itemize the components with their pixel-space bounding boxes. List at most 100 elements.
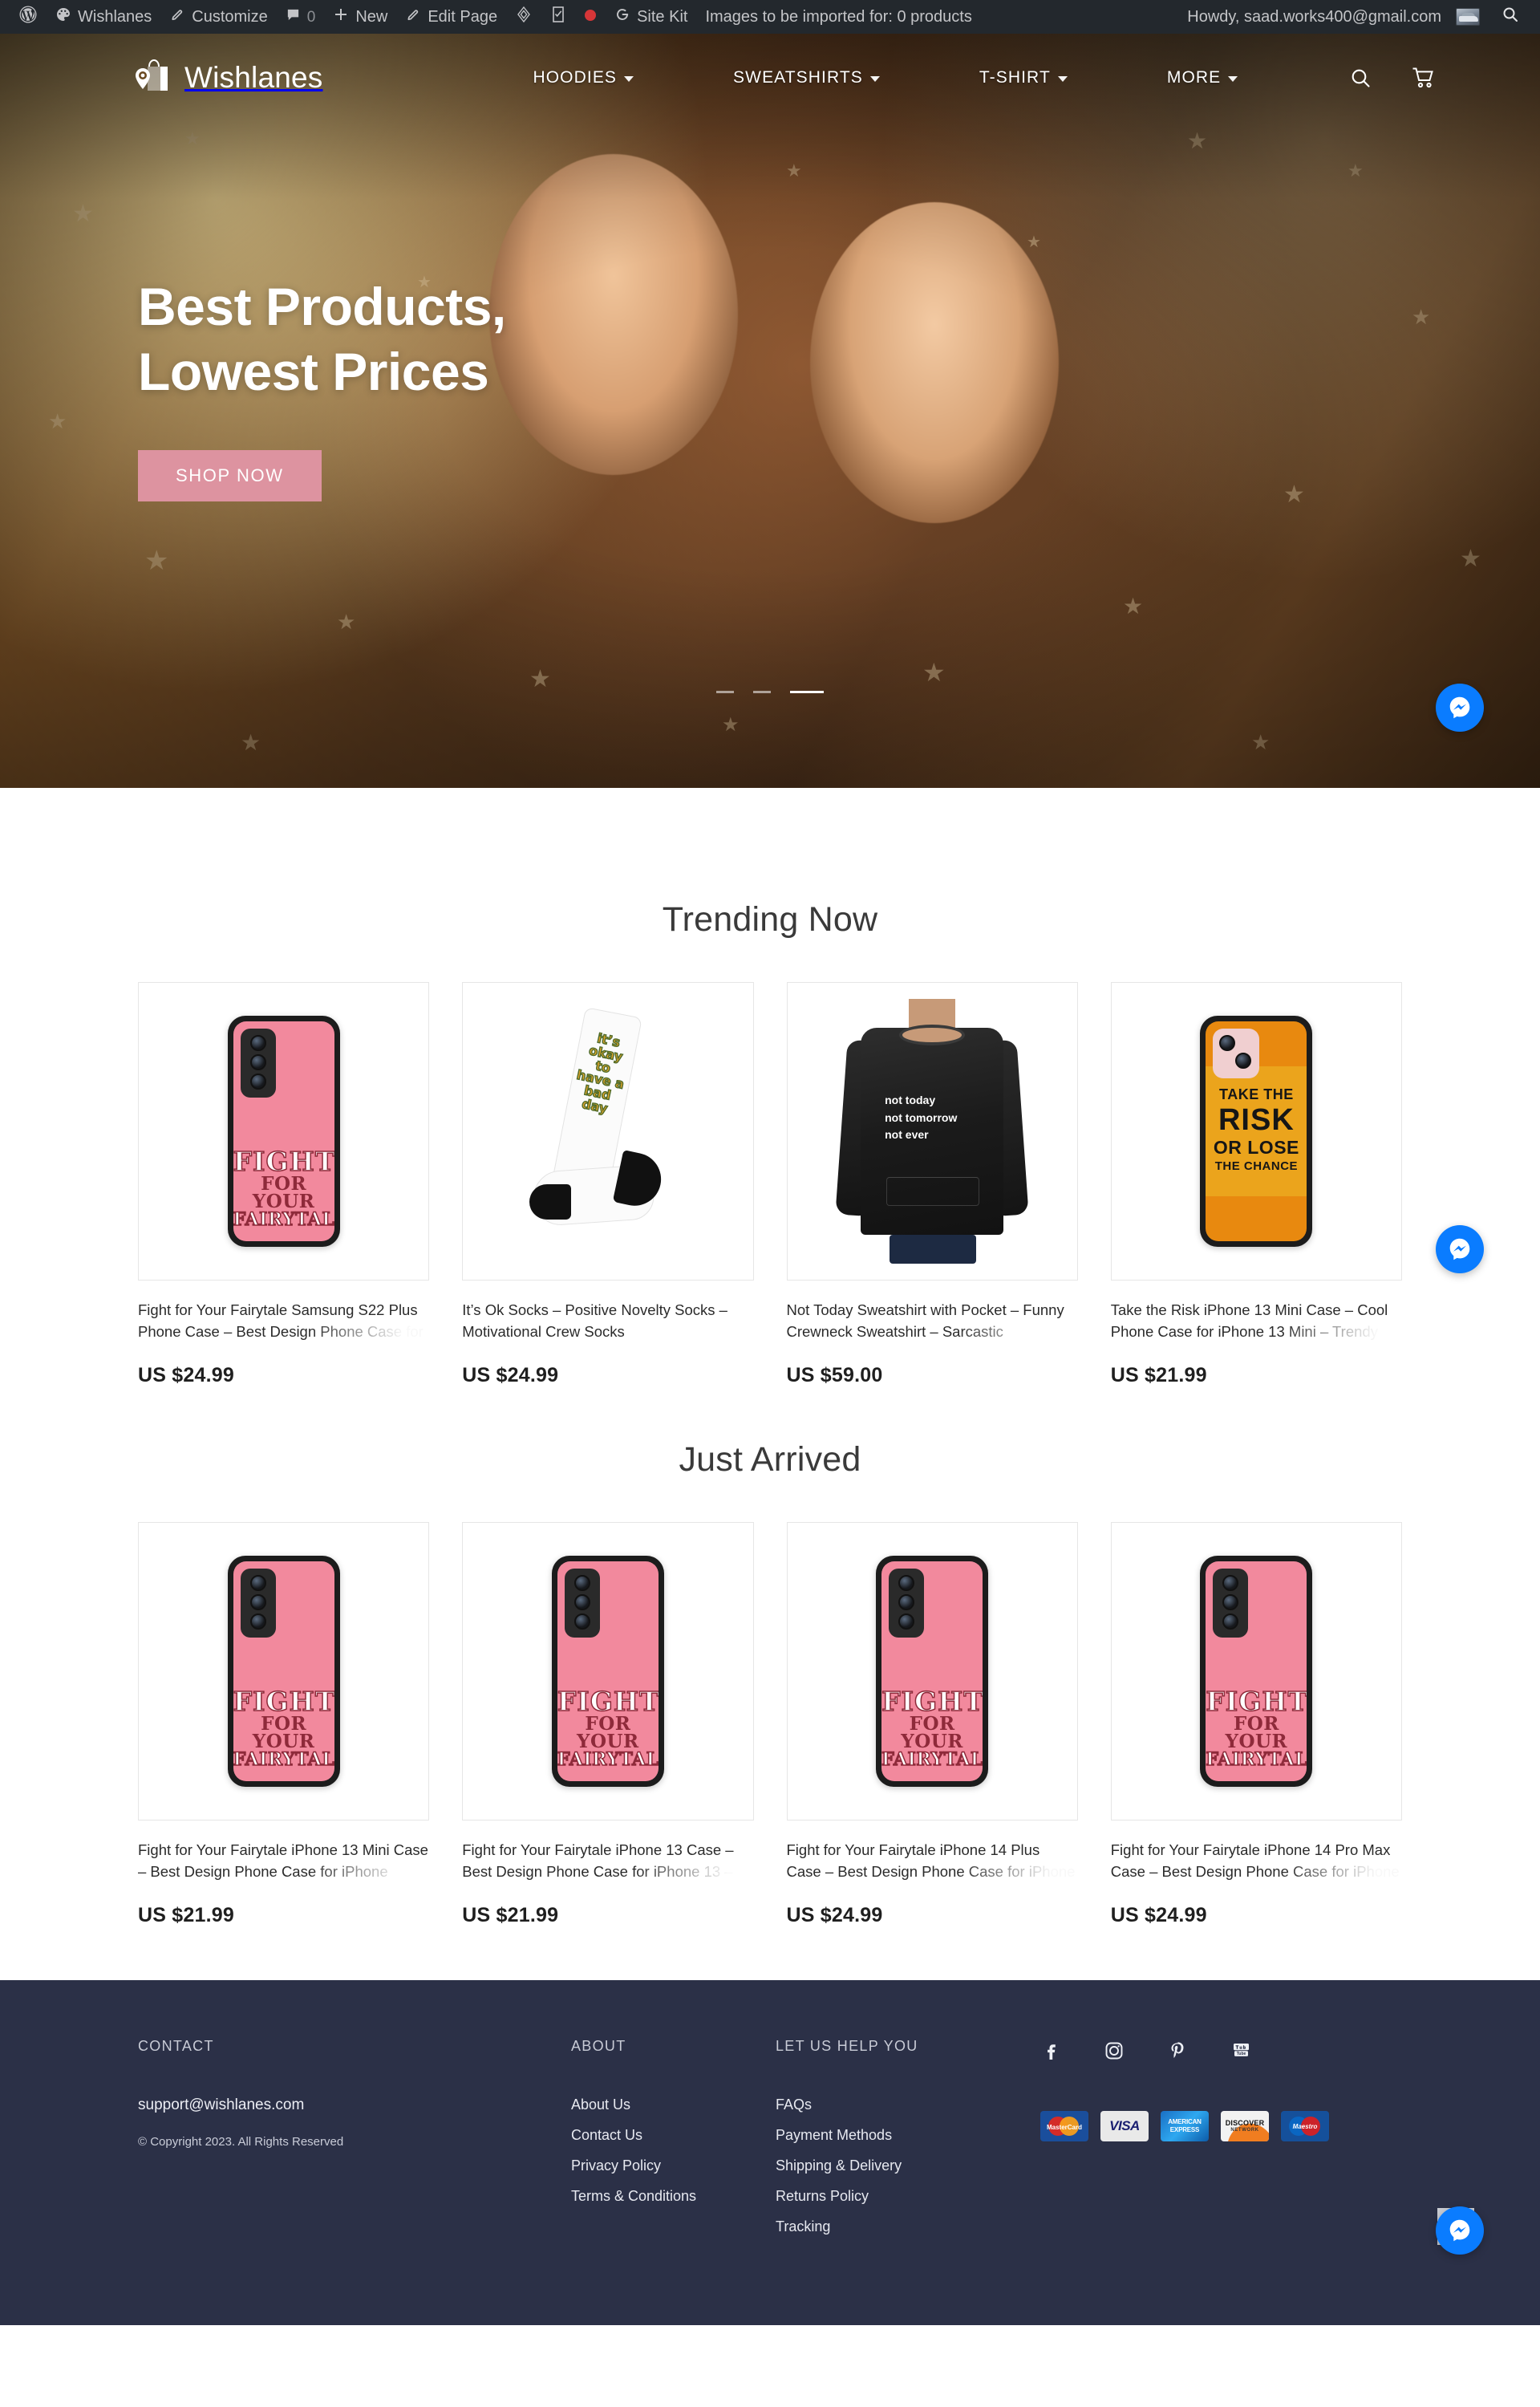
footer-link-contact-us[interactable]: Contact Us [571, 2127, 776, 2144]
footer-link-payment-methods[interactable]: Payment Methods [776, 2127, 1040, 2144]
social-link-pinterest[interactable] [1167, 2040, 1188, 2061]
footer-link-returns-policy[interactable]: Returns Policy [776, 2188, 1040, 2205]
hero-title: Best Products, Lowest Prices [138, 274, 748, 404]
product-card: not today not tomorrow not ever Not Toda… [786, 982, 1078, 1387]
nav-item-sweatshirts[interactable]: SWEATSHIRTS [683, 68, 930, 87]
adminbar-my-account[interactable]: Howdy, saad.works400@gmail.com [1178, 0, 1489, 34]
adminbar-wordpress-logo[interactable] [10, 0, 47, 34]
chevron-down-icon [1228, 76, 1238, 82]
adminbar-site-name[interactable]: Wishlanes [47, 0, 160, 34]
header-search-button[interactable] [1350, 67, 1372, 89]
nav-item-hoodies[interactable]: HOODIES [483, 68, 683, 87]
header-cart-button[interactable] [1412, 67, 1436, 89]
product-image-black-sweatshirt[interactable]: not today not tomorrow not ever [786, 982, 1078, 1281]
section-trending-now: Trending Now FIGHT FOR YOUR FAIRYTALE [0, 788, 1540, 1980]
google-icon [614, 6, 630, 27]
case-art-line-1: FIGHT [233, 1146, 334, 1178]
case-art-line-3: FAIRYTALE [881, 1749, 983, 1771]
product-title[interactable]: It’s Ok Socks – Positive Novelty Socks –… [462, 1300, 754, 1343]
adminbar-wpforms[interactable] [541, 0, 575, 34]
product-price: US $24.99 [138, 1364, 234, 1386]
footer-column-social-payments: Tube MasterCard VISA AMERICAN EXPRESS DI… [1040, 2038, 1402, 2249]
edit-icon [405, 6, 421, 27]
product-image-pink-phone-case[interactable]: FIGHT FOR YOUR FAIRYTALE [138, 1522, 430, 1820]
footer-link-tracking[interactable]: Tracking [776, 2218, 1040, 2235]
facebook-messenger-icon [1449, 696, 1470, 719]
product-image-pink-phone-case[interactable]: FIGHT FOR YOUR FAIRYTALE [1110, 1522, 1402, 1820]
adminbar-import-notice: Images to be imported for: 0 products [696, 0, 980, 34]
nav-item-more[interactable]: MORE [1117, 68, 1287, 87]
adminbar-record[interactable] [575, 0, 606, 34]
adminbar-howdy-label: Howdy, saad.works400@gmail.com [1187, 8, 1441, 26]
hero-slider-dot-3[interactable] [790, 691, 824, 693]
sock-art-text: it’s okay to have a bad day [565, 1029, 637, 1119]
chevron-down-icon [869, 76, 880, 82]
payment-icon-mastercard: MasterCard [1040, 2111, 1088, 2141]
case-art-line-1: FIGHT [1206, 1686, 1307, 1718]
footer-link-shipping-delivery[interactable]: Shipping & Delivery [776, 2157, 1040, 2174]
messenger-bubble-footer[interactable] [1436, 2206, 1484, 2255]
avatar [1456, 8, 1480, 26]
adminbar-elementor[interactable] [506, 0, 541, 34]
chevron-down-icon [1057, 76, 1068, 82]
payment-label-visa: VISA [1109, 2118, 1140, 2133]
product-title[interactable]: Take the Risk iPhone 13 Mini Case – Cool… [1111, 1300, 1402, 1343]
dashboard-icon [55, 6, 71, 27]
payment-label-discover: DISCOVER [1225, 2119, 1265, 2127]
nav-item-tshirt[interactable]: T-SHIRT [930, 68, 1117, 87]
main-navigation: HOODIES SWEATSHIRTS T-SHIRT MORE [483, 68, 1287, 87]
product-image-pink-phone-case[interactable]: FIGHT FOR YOUR FAIRYTALE [462, 1522, 754, 1820]
footer-support-email[interactable]: support@wishlanes.com [138, 2096, 571, 2114]
comment-icon [286, 7, 301, 27]
sweatshirt-art-line-2: not tomorrow [885, 1110, 958, 1124]
case-art-line-1: FIGHT [557, 1686, 659, 1718]
product-title[interactable]: Fight for Your Fairytale iPhone 14 Plus … [787, 1840, 1078, 1883]
sweatshirt-art-text: not today not tomorrow not ever [885, 1092, 957, 1144]
site-logo-link[interactable]: Wishlanes [128, 55, 322, 100]
section-heading-trending: Trending Now [662, 900, 878, 939]
footer-link-privacy-policy[interactable]: Privacy Policy [571, 2157, 776, 2174]
svg-text:Tube: Tube [1237, 2052, 1246, 2056]
adminbar-site-kit[interactable]: Site Kit [606, 0, 696, 34]
social-link-facebook[interactable] [1040, 2040, 1061, 2061]
adminbar-new[interactable]: New [324, 0, 396, 34]
product-title[interactable]: Fight for Your Fairytale iPhone 13 Case … [462, 1840, 754, 1883]
product-image-crew-sock[interactable]: it’s okay to have a bad day [462, 982, 754, 1281]
product-image-pink-phone-case[interactable]: FIGHT FOR YOUR FAIRYTALE [138, 982, 430, 1281]
product-title[interactable]: Fight for Your Fairytale iPhone 14 Pro M… [1111, 1840, 1402, 1883]
product-title[interactable]: Fight for Your Fairytale Samsung S22 Plu… [138, 1300, 430, 1343]
social-link-youtube[interactable]: Tube [1230, 2040, 1252, 2061]
adminbar-customize[interactable]: Customize [160, 0, 276, 34]
hero-slider: ★ ★ ★ ★ ★ ★ ★ ★ ★ ★ ★ ★ ★ ★ ★ ★ ★ ★ ★ ★ [0, 34, 1540, 788]
product-card: FIGHT FOR YOUR FAIRYTALE Fight for Your … [138, 1522, 430, 1927]
adminbar-import-notice-label: Images to be imported for: 0 products [705, 8, 972, 26]
hero-slider-dot-2[interactable] [753, 691, 771, 693]
messenger-bubble-hero[interactable] [1436, 684, 1484, 732]
product-price: US $24.99 [786, 1904, 883, 1926]
footer-link-about-us[interactable]: About Us [571, 2096, 776, 2113]
footer-copyright: © Copyright 2023. All Rights Reserved [138, 2135, 344, 2149]
phone-case-art: FIGHT FOR YOUR FAIRYTALE [227, 1556, 340, 1787]
case-art-line-2: FOR YOUR [252, 1713, 315, 1752]
product-image-pink-phone-case[interactable]: FIGHT FOR YOUR FAIRYTALE [786, 1522, 1078, 1820]
product-grid-trending: FIGHT FOR YOUR FAIRYTALE Fight for Your … [138, 982, 1402, 1387]
footer-link-terms-conditions[interactable]: Terms & Conditions [571, 2188, 776, 2205]
phone-case-art: FIGHT FOR YOUR FAIRYTALE [551, 1556, 664, 1787]
nav-item-sweatshirts-label: SWEATSHIRTS [733, 68, 863, 87]
product-card: FIGHT FOR YOUR FAIRYTALE Fight for Your … [1110, 1522, 1402, 1927]
product-title[interactable]: Not Today Sweatshirt with Pocket – Funny… [787, 1300, 1078, 1343]
adminbar-edit-page[interactable]: Edit Page [396, 0, 506, 34]
social-links: Tube [1040, 2040, 1402, 2061]
shop-now-button[interactable]: SHOP NOW [138, 450, 322, 502]
adminbar-comments[interactable]: 0 [277, 0, 325, 34]
facebook-messenger-icon [1449, 1238, 1470, 1260]
social-link-instagram[interactable] [1104, 2040, 1125, 2061]
wpforms-icon [550, 6, 566, 28]
product-image-orange-phone-case[interactable]: TAKE THE RISK OR LOSE THE CHANCE [1110, 982, 1402, 1281]
chevron-down-icon [624, 76, 634, 82]
hero-slider-dot-1[interactable] [716, 691, 734, 693]
footer-link-faqs[interactable]: FAQs [776, 2096, 1040, 2113]
messenger-bubble-middle[interactable] [1436, 1225, 1484, 1273]
product-title[interactable]: Fight for Your Fairytale iPhone 13 Mini … [138, 1840, 430, 1883]
adminbar-search-button[interactable] [1489, 0, 1530, 34]
